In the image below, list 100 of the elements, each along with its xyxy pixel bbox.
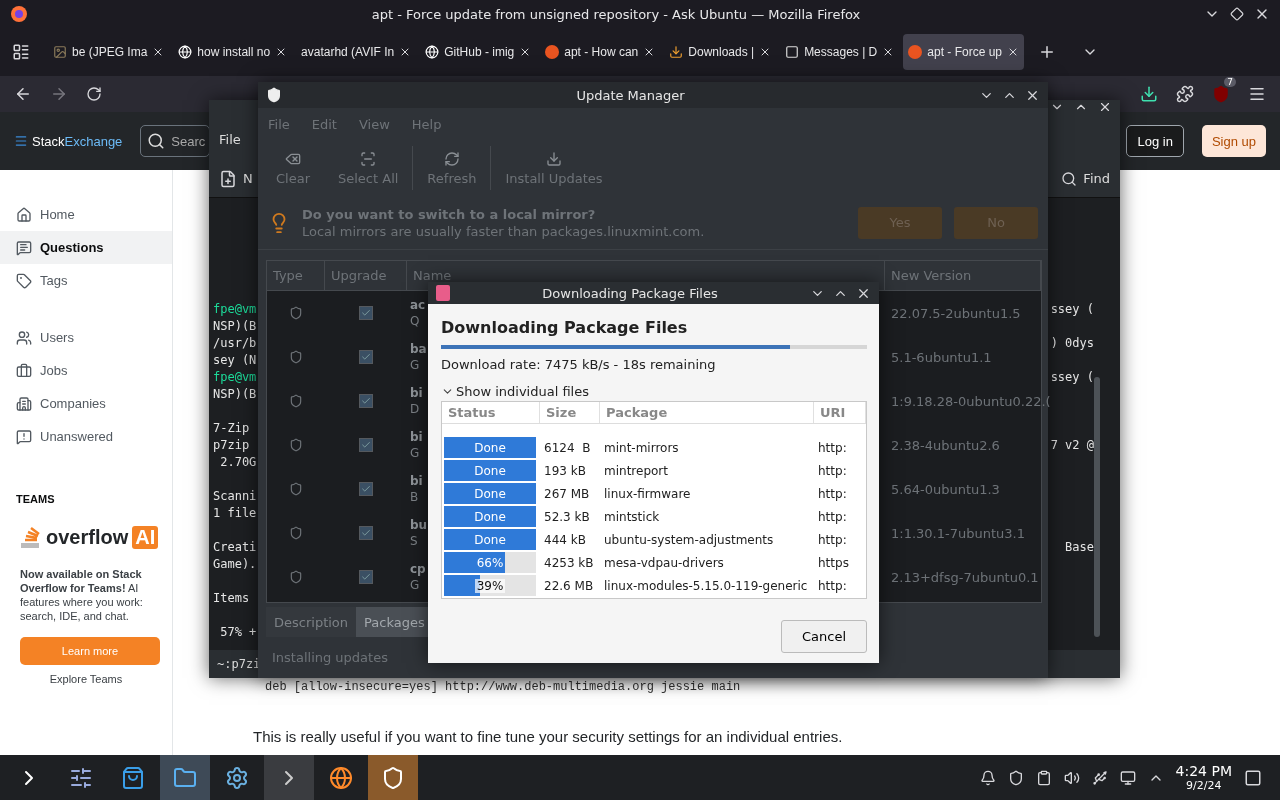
column-header[interactable]: Status — [442, 402, 540, 423]
status-label: 66% — [475, 555, 505, 570]
clock-time[interactable]: 4:24 PM — [1175, 763, 1232, 779]
clipboard-icon[interactable] — [1035, 769, 1052, 786]
building-icon — [16, 395, 32, 412]
check-icon — [361, 440, 371, 450]
terminal-text: ~:p7zi — [217, 657, 261, 671]
table-cell-text: http: — [817, 440, 848, 455]
cancel-button[interactable]: Cancel — [781, 620, 867, 653]
body-paragraph: This is really useful if you want to fine tune your security settings for an individual entries. — [253, 728, 844, 745]
table-cell-text: 4253 kB — [543, 555, 595, 570]
volume-icon[interactable] — [1063, 769, 1080, 786]
menu-item[interactable]: File — [219, 131, 241, 147]
package-desc: G — [410, 577, 420, 593]
column-header[interactable]: Package — [600, 402, 814, 423]
nav-item[interactable]: Unanswered — [0, 420, 172, 453]
checkbox[interactable] — [359, 570, 373, 584]
browser-tab[interactable]: GitHub - imig — [420, 34, 537, 70]
terminal-text: 7-Zip — [213, 421, 250, 437]
desktop-icon[interactable] — [1244, 768, 1262, 787]
bell-icon[interactable] — [979, 769, 996, 786]
puzzle-icon[interactable] — [1176, 85, 1194, 103]
nav-item[interactable]: Home — [0, 198, 172, 231]
reload-icon[interactable] — [86, 86, 102, 102]
info-title: Do you want to switch to a local mirror? — [302, 206, 597, 222]
close-icon[interactable] — [1007, 46, 1019, 58]
column-header[interactable]: Size — [540, 402, 600, 423]
shield-icon[interactable] — [1007, 769, 1024, 786]
people-icon — [16, 329, 32, 346]
files-app-icon[interactable] — [160, 755, 210, 800]
check-icon — [361, 352, 371, 362]
nav-item[interactable]: Companies — [0, 387, 172, 420]
new-tab-icon[interactable] — [219, 169, 237, 188]
shield-app-icon[interactable] — [368, 755, 418, 800]
nav-item[interactable]: Jobs — [0, 354, 172, 387]
terminal-text: 1 file — [213, 506, 257, 522]
check-icon — [361, 572, 371, 582]
shield-icon — [289, 570, 303, 584]
back-icon[interactable] — [14, 85, 32, 103]
table-cell-text: linux-firmware — [603, 486, 692, 501]
checkbox[interactable] — [359, 438, 373, 452]
table-cell-text: http: — [817, 578, 848, 593]
status-label: 39% — [474, 578, 506, 593]
table-cell-text: 52.3 kB — [543, 509, 591, 524]
browser-tab[interactable]: apt - How can — [540, 34, 661, 70]
column-header[interactable]: URI — [814, 402, 866, 423]
browser-tab[interactable]: Downloads | — [664, 34, 777, 70]
checkbox[interactable] — [359, 394, 373, 408]
check-icon — [361, 308, 371, 318]
network-icon[interactable] — [1119, 769, 1136, 786]
diamond-icon[interactable] — [1230, 7, 1244, 21]
tab-list-icon[interactable] — [12, 43, 30, 61]
tag-icon — [16, 272, 32, 289]
terminal-text: ssey ( — [1050, 370, 1094, 386]
checkbox[interactable] — [359, 482, 373, 496]
explore-link[interactable]: Explore Teams — [49, 673, 123, 685]
count-badge: 7 — [1224, 77, 1236, 87]
package-name: bi — [410, 429, 423, 445]
expander[interactable]: Show individual files — [441, 384, 867, 399]
browser-tab[interactable]: apt - Force up — [903, 34, 1024, 70]
package-desc: Q — [410, 313, 420, 329]
usb-icon[interactable] — [1091, 769, 1108, 786]
nav-item[interactable]: Questions — [0, 231, 172, 264]
search-icon[interactable] — [1061, 170, 1078, 187]
plus-icon[interactable] — [1038, 43, 1056, 61]
checkbox[interactable] — [359, 306, 373, 320]
browser-tab[interactable]: be (JPEG Ima — [48, 34, 170, 70]
terminal-text: ssey ( — [1050, 302, 1094, 318]
version-text: 1:9.18.28-0ubuntu0.22.( — [890, 393, 1051, 409]
nav-item[interactable]: Users — [0, 321, 172, 354]
shield-icon — [289, 438, 303, 452]
menu-icon[interactable] — [1248, 85, 1266, 103]
stack-logo-icon — [20, 525, 42, 549]
signup-button[interactable]: Sign up — [1201, 125, 1266, 157]
nav-item[interactable]: Tags — [0, 264, 172, 297]
clock-date[interactable]: 9/2/24 — [1186, 779, 1222, 792]
table-cell-text: 22.6 MB — [543, 578, 595, 593]
toolbar-label[interactable]: N — [243, 171, 253, 186]
terminal-text: Base — [1065, 540, 1094, 556]
table-cell-text: ubuntu-system-adjustments — [603, 532, 775, 547]
browser-tab[interactable]: avatarhd (AVIF In — [296, 34, 417, 70]
login-button[interactable]: Log in — [1126, 125, 1184, 157]
browser-logo-icon — [10, 5, 28, 23]
checkbox[interactable] — [359, 526, 373, 540]
terminal-text: Items — [213, 591, 250, 607]
package-desc: G — [410, 445, 420, 461]
terminal-text: NSP)(B — [213, 387, 257, 403]
download-icon[interactable] — [1140, 85, 1158, 103]
promo-text: Now available on Stack Overflow for Teams! AI features where you work: search, IDE, and chat. — [20, 567, 144, 623]
table-cell-text: http: — [817, 463, 848, 478]
forward-icon[interactable] — [50, 85, 68, 103]
package-desc: S — [410, 533, 418, 549]
site-logo[interactable]: StackExchange — [14, 133, 123, 149]
version-text: 2.38-4ubuntu2.6 — [890, 437, 1001, 453]
scrollbar[interactable] — [1094, 377, 1100, 637]
terminal-text: fpe@vm — [213, 370, 257, 386]
toolbar-label[interactable]: Find — [1083, 171, 1110, 186]
browser-tab[interactable]: Messages | D — [780, 34, 900, 70]
checkbox[interactable] — [359, 350, 373, 364]
browser-tab[interactable]: how install no — [173, 34, 293, 70]
